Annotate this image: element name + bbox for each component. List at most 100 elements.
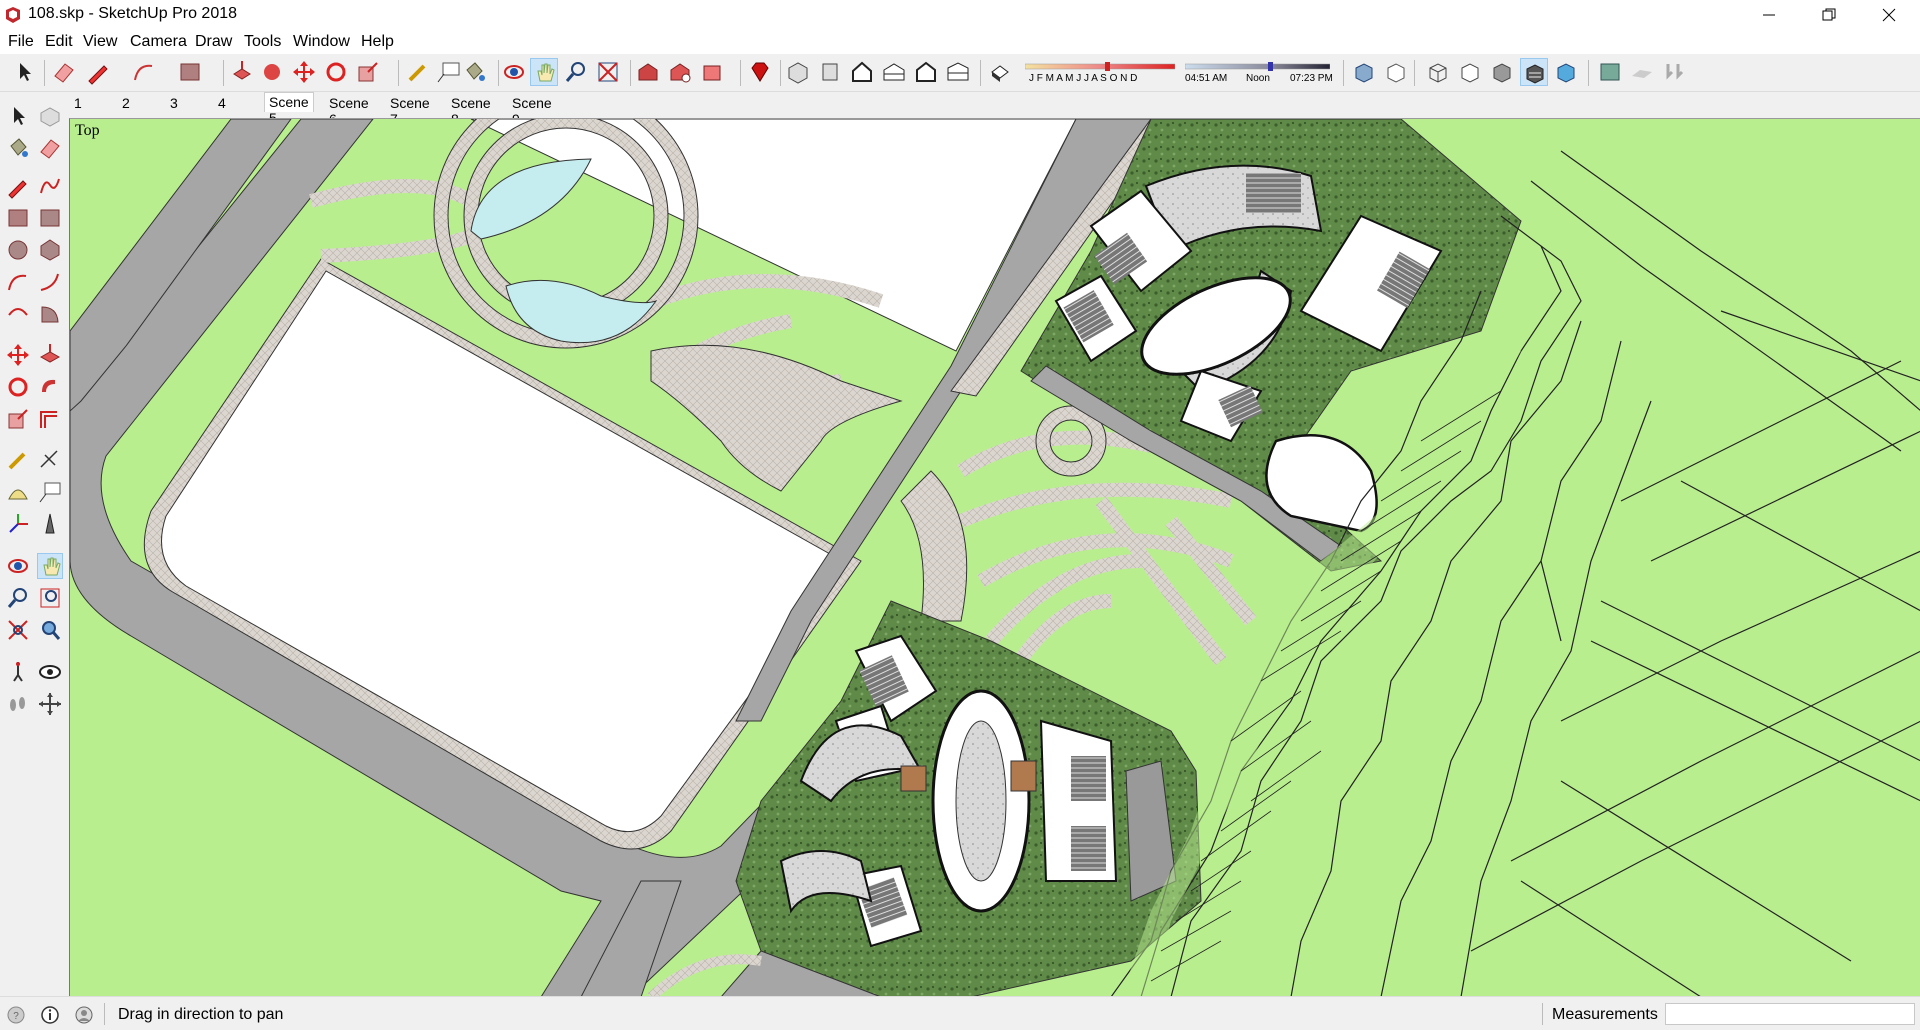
shadow-date-slider[interactable]: J F M A M J J A S O N D xyxy=(1025,58,1175,86)
shadows-toggle-button[interactable] xyxy=(986,58,1014,86)
left-2pt-arc-button[interactable] xyxy=(37,269,63,295)
add-location-button[interactable] xyxy=(1596,58,1624,86)
shaded-textures-style-button[interactable] xyxy=(1520,58,1548,86)
left-pie-button[interactable] xyxy=(37,301,63,327)
left-push-pull-button[interactable] xyxy=(37,342,63,368)
scene-tab-1[interactable]: 1 xyxy=(70,94,86,114)
left-arc-button[interactable] xyxy=(5,269,31,295)
scene-tab-2[interactable]: 2 xyxy=(118,94,134,114)
left-eraser-button[interactable] xyxy=(37,135,63,161)
scene-tab-3[interactable]: 3 xyxy=(166,94,182,114)
measurements-input[interactable] xyxy=(1665,1003,1915,1025)
menu-window[interactable]: Window xyxy=(293,33,350,51)
close-button[interactable] xyxy=(1860,0,1918,30)
left-polygon-button[interactable] xyxy=(37,237,63,263)
minimize-button[interactable] xyxy=(1740,0,1798,30)
toggle-terrain-button[interactable] xyxy=(1628,58,1656,86)
scene-tab-7[interactable]: Scene 7 xyxy=(386,94,434,127)
zoom-extents-tool-button[interactable] xyxy=(594,58,622,86)
menu-camera[interactable]: Camera xyxy=(130,33,187,51)
menu-file[interactable]: File xyxy=(8,33,34,51)
left-protractor-button[interactable] xyxy=(5,479,31,505)
left-scale-button[interactable] xyxy=(5,406,31,432)
left-freehand-button[interactable] xyxy=(37,173,63,199)
scene-tab-5[interactable]: Scene 5 xyxy=(264,92,314,126)
push-pull-tool-button[interactable] xyxy=(228,58,256,86)
menu-help[interactable]: Help xyxy=(361,33,394,51)
left-position-camera-button[interactable] xyxy=(5,659,31,685)
left-select-button[interactable] xyxy=(5,103,31,129)
hidden-line-style-button[interactable] xyxy=(1456,58,1484,86)
geolocation-icon[interactable]: ? xyxy=(6,1005,26,1025)
left-zoom-button[interactable] xyxy=(5,585,31,611)
move-tool-button[interactable] xyxy=(290,58,318,86)
credits-icon[interactable] xyxy=(40,1005,60,1025)
left-axes-button[interactable] xyxy=(5,511,31,537)
zoom-tool-button[interactable] xyxy=(562,58,590,86)
scene-tab-4[interactable]: 4 xyxy=(214,94,230,114)
top-view-button[interactable] xyxy=(816,58,844,86)
left-zoom-window-button[interactable] xyxy=(37,585,63,611)
wireframe-style-button[interactable] xyxy=(1424,58,1452,86)
menu-view[interactable]: View xyxy=(83,33,117,51)
left-follow-me-button[interactable] xyxy=(37,374,63,400)
ruby-console-button[interactable] xyxy=(746,58,774,86)
menu-tools[interactable]: Tools xyxy=(244,33,281,51)
scale-tool-button[interactable] xyxy=(354,58,382,86)
select-tool-button[interactable] xyxy=(10,58,38,86)
back-view-button[interactable] xyxy=(912,58,940,86)
left-tape-measure-button[interactable] xyxy=(5,447,31,473)
extension-warehouse-button[interactable] xyxy=(698,58,726,86)
left-section-plane-button[interactable] xyxy=(37,691,63,717)
left-rotated-rectangle-button[interactable] xyxy=(37,205,63,231)
arc-tool-button[interactable] xyxy=(130,58,158,86)
orbit-tool-button[interactable] xyxy=(500,58,528,86)
left-move-button[interactable] xyxy=(5,342,31,368)
scene-tab-8[interactable]: Scene 8 xyxy=(447,94,495,127)
restore-button[interactable] xyxy=(1800,0,1858,30)
left-walk-button[interactable] xyxy=(5,691,31,717)
share-model-button[interactable] xyxy=(666,58,694,86)
left-offset-button[interactable] xyxy=(37,406,63,432)
follow-me-tool-button[interactable] xyxy=(258,58,286,86)
left-previous-view-button[interactable] xyxy=(37,617,63,643)
shadow-time-slider[interactable]: 04:51 AM Noon 07:23 PM xyxy=(1185,58,1333,86)
user-account-icon[interactable] xyxy=(74,1005,94,1025)
front-view-button[interactable] xyxy=(848,58,876,86)
left-paint-bucket-button[interactable] xyxy=(5,135,31,161)
eraser-tool-button[interactable] xyxy=(50,58,78,86)
left-orbit-button[interactable] xyxy=(5,553,31,579)
left-3pt-arc-button[interactable] xyxy=(5,301,31,327)
left-rectangle-button[interactable] xyxy=(5,205,31,231)
left-look-around-button[interactable] xyxy=(37,659,63,685)
shape-tool-button[interactable] xyxy=(176,58,204,86)
shaded-style-button[interactable] xyxy=(1488,58,1516,86)
left-circle-button[interactable] xyxy=(5,237,31,263)
menu-edit[interactable]: Edit xyxy=(45,33,73,51)
left-view-button[interactable] xyxy=(944,58,972,86)
rotate-tool-button[interactable] xyxy=(322,58,350,86)
left-line-button[interactable] xyxy=(5,173,31,199)
paint-bucket-tool-button[interactable] xyxy=(460,58,488,86)
left-3d-text-button[interactable] xyxy=(37,511,63,537)
warehouse-button[interactable] xyxy=(634,58,662,86)
left-zoom-extents-button[interactable] xyxy=(5,617,31,643)
tape-measure-tool-button[interactable] xyxy=(404,58,432,86)
menu-draw[interactable]: Draw xyxy=(195,33,232,51)
monochrome-style-button[interactable] xyxy=(1552,58,1580,86)
iso-view-button[interactable] xyxy=(784,58,812,86)
sandbox-button[interactable] xyxy=(1660,58,1688,86)
scene-tab-9[interactable]: Scene 9 xyxy=(508,94,556,127)
right-view-button[interactable] xyxy=(880,58,908,86)
model-viewport[interactable] xyxy=(69,118,1920,996)
back-edges-button[interactable] xyxy=(1382,58,1410,86)
pan-tool-button[interactable] xyxy=(530,58,558,86)
left-dimension-button[interactable] xyxy=(37,447,63,473)
left-text-button[interactable] xyxy=(37,479,63,505)
left-pan-button[interactable] xyxy=(37,553,63,579)
xray-style-button[interactable] xyxy=(1350,58,1378,86)
left-make-component-button[interactable] xyxy=(37,103,63,129)
left-rotate-button[interactable] xyxy=(5,374,31,400)
text-tool-button[interactable] xyxy=(434,58,462,86)
line-tool-button[interactable] xyxy=(84,58,112,86)
